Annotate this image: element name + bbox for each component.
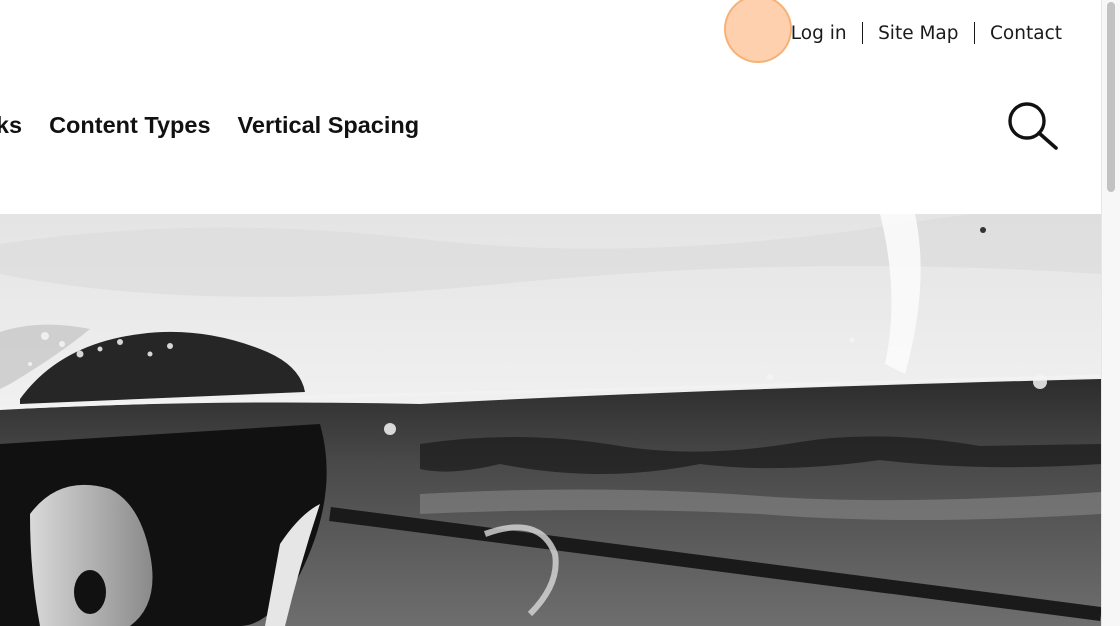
- hero-image: [0, 214, 1101, 626]
- page: Log in Site Map Contact Blocks Content T…: [0, 0, 1101, 626]
- search-icon: [1008, 102, 1058, 150]
- scrollbar-thumb[interactable]: [1107, 2, 1115, 192]
- cursor-highlight: [724, 0, 792, 63]
- search-button[interactable]: [1004, 98, 1062, 154]
- main-nav-item-content-types[interactable]: Content Types: [49, 112, 210, 139]
- utility-nav: Log in Site Map Contact: [791, 22, 1062, 44]
- contact-link[interactable]: Contact: [990, 23, 1062, 44]
- main-nav-item-vertical-spacing[interactable]: Vertical Spacing: [238, 112, 420, 139]
- main-nav: Blocks Content Types Vertical Spacing: [0, 112, 446, 139]
- utility-nav-separator: [861, 22, 864, 44]
- scrollbar[interactable]: [1101, 0, 1120, 626]
- utility-nav-separator: [973, 22, 976, 44]
- main-nav-item-blocks[interactable]: Blocks: [0, 112, 22, 139]
- site-map-link[interactable]: Site Map: [878, 23, 958, 44]
- login-link[interactable]: Log in: [791, 23, 847, 44]
- hero-photo: [0, 214, 1101, 626]
